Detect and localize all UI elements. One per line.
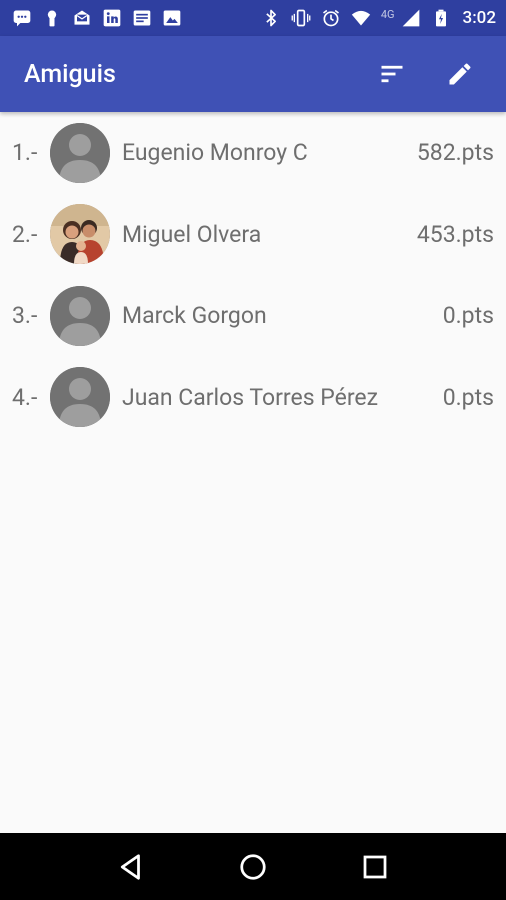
home-button[interactable] bbox=[223, 837, 283, 897]
system-icons: 4G 3:02 bbox=[261, 8, 496, 28]
mail-icon bbox=[72, 8, 92, 28]
avatar bbox=[50, 122, 110, 183]
list-item[interactable]: 4.- Juan Carlos Torres Pérez 0.pts bbox=[0, 357, 506, 439]
avatar bbox=[50, 285, 110, 346]
recents-icon bbox=[360, 852, 390, 882]
friend-name: Juan Carlos Torres Pérez bbox=[122, 383, 379, 411]
pencil-icon bbox=[446, 60, 474, 88]
rank-label: 1.- bbox=[12, 139, 38, 167]
friend-points: 453.pts bbox=[416, 220, 494, 248]
back-button[interactable] bbox=[101, 837, 161, 897]
navigation-bar bbox=[0, 833, 506, 900]
app-bar: Amiguis bbox=[0, 36, 506, 112]
list-item[interactable]: 1.- Eugenio Monroy C 582.pts bbox=[0, 112, 506, 194]
sort-icon bbox=[378, 60, 406, 88]
message-icon bbox=[12, 8, 32, 28]
friend-name: Miguel Olvera bbox=[122, 220, 262, 248]
home-icon bbox=[238, 852, 268, 882]
network-type: 4G bbox=[380, 7, 395, 21]
recents-button[interactable] bbox=[345, 837, 405, 897]
friend-points: 582.pts bbox=[416, 139, 494, 167]
news-icon bbox=[132, 8, 152, 28]
avatar-photo bbox=[50, 204, 110, 265]
notification-icons bbox=[12, 8, 182, 28]
clock: 3:02 bbox=[462, 8, 496, 28]
list-item[interactable]: 2.- Miguel Olvera 453.pts bbox=[0, 194, 506, 276]
back-icon bbox=[116, 852, 146, 882]
friend-name: Marck Gorgon bbox=[122, 302, 267, 330]
status-bar: 4G 3:02 bbox=[0, 0, 506, 36]
signal-icon bbox=[401, 8, 421, 28]
list-item[interactable]: 3.- Marck Gorgon 0.pts bbox=[0, 275, 506, 357]
rank-label: 3.- bbox=[12, 302, 38, 330]
edit-button[interactable] bbox=[436, 50, 484, 98]
bluetooth-icon bbox=[261, 8, 281, 28]
friend-name: Eugenio Monroy C bbox=[122, 139, 308, 167]
avatar bbox=[50, 367, 110, 428]
vibrate-icon bbox=[291, 8, 311, 28]
image-icon bbox=[162, 8, 182, 28]
keyhole-icon bbox=[42, 8, 62, 28]
linkedin-icon bbox=[102, 8, 122, 28]
friends-list: 1.- Eugenio Monroy C 582.pts 2.- Miguel … bbox=[0, 112, 506, 438]
battery-icon bbox=[431, 8, 451, 28]
rank-label: 2.- bbox=[12, 220, 38, 248]
sort-button[interactable] bbox=[368, 50, 416, 98]
app-title: Amiguis bbox=[24, 59, 116, 89]
rank-label: 4.- bbox=[12, 383, 38, 411]
wifi-icon bbox=[351, 8, 371, 28]
alarm-icon bbox=[321, 8, 341, 28]
friend-points: 0.pts bbox=[442, 383, 494, 411]
friend-points: 0.pts bbox=[442, 302, 494, 330]
